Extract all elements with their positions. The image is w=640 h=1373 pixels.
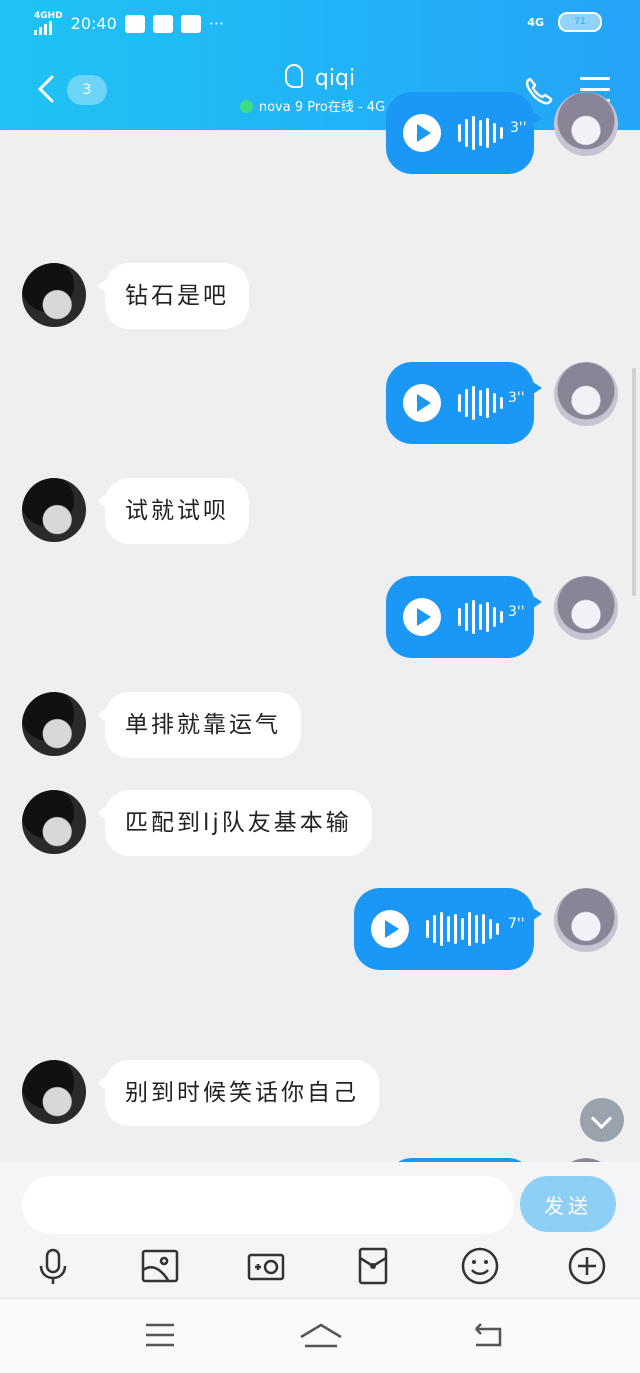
system-nav-bar	[0, 1298, 640, 1373]
contact-avatar[interactable]	[22, 692, 86, 756]
voice-message[interactable]: 3''	[386, 576, 542, 658]
text-message[interactable]: 钻石是吧	[97, 263, 249, 329]
back-icon[interactable]	[468, 1319, 508, 1351]
contact-avatar[interactable]	[22, 1060, 86, 1124]
voice-message[interactable]: 3''	[386, 92, 542, 174]
contact-avatar[interactable]	[22, 263, 86, 327]
my-avatar[interactable]	[554, 362, 618, 426]
emoji-icon[interactable]	[458, 1244, 502, 1288]
text-message[interactable]: 别到时候笑话你自己	[97, 1060, 379, 1126]
image-icon[interactable]	[138, 1244, 182, 1288]
play-icon[interactable]	[371, 910, 409, 948]
play-icon[interactable]	[403, 598, 441, 636]
composer-bar: 发送	[0, 1162, 640, 1298]
play-icon[interactable]	[403, 114, 441, 152]
menu-icon[interactable]	[140, 1319, 180, 1351]
waveform-icon	[426, 910, 499, 948]
nav-bar: 3 qiqi nova 9 Pro在线 - 4G >	[0, 56, 640, 126]
scroll-down-icon[interactable]	[580, 1098, 624, 1142]
voice-message[interactable]: 7''	[354, 888, 542, 970]
clock: 20:40	[70, 14, 117, 33]
mic-icon[interactable]	[31, 1244, 75, 1288]
signal-icon: 4GHD	[34, 12, 63, 35]
online-dot	[239, 100, 253, 113]
status-bar: 4GHD 20:40 ··· 4G 71	[0, 0, 640, 48]
voice-duration: 7''	[508, 916, 525, 932]
more-notifications: ···	[208, 14, 225, 33]
plus-icon[interactable]	[565, 1244, 609, 1288]
contact-avatar[interactable]	[22, 478, 86, 542]
voice-duration: 3''	[508, 604, 525, 620]
message-input[interactable]	[22, 1176, 514, 1234]
camera-icon[interactable]	[244, 1244, 288, 1288]
my-avatar[interactable]	[554, 888, 618, 952]
voice-duration: 3''	[510, 120, 527, 136]
chat-header: 4GHD 20:40 ··· 4G 71 3 qiqi nova 9 Pro在线…	[0, 0, 640, 130]
text-message[interactable]: 试就试呗	[97, 478, 249, 544]
notification-icon	[152, 14, 173, 33]
battery-icon: 71	[558, 12, 602, 32]
text-message[interactable]: 单排就靠运气	[97, 692, 301, 758]
my-avatar[interactable]	[554, 92, 618, 156]
voice-duration: 3''	[508, 390, 525, 406]
text-message[interactable]: 匹配到lj队友基本输	[97, 790, 372, 856]
my-avatar[interactable]	[554, 576, 618, 640]
contact-name: qiqi	[314, 66, 356, 91]
ear-icon	[284, 64, 303, 88]
send-button[interactable]: 发送	[520, 1176, 616, 1232]
notification-icon	[124, 14, 145, 33]
contact-avatar[interactable]	[22, 790, 86, 854]
network-type: 4GHD	[34, 11, 63, 21]
device-status: nova 9 Pro在线 - 4G >	[258, 100, 401, 115]
waveform-icon	[458, 114, 503, 152]
scrollbar[interactable]	[632, 368, 636, 596]
network-type-right: 4G	[527, 15, 544, 29]
waveform-icon	[458, 384, 503, 422]
notification-icon	[180, 14, 201, 33]
home-icon[interactable]	[298, 1319, 344, 1351]
play-icon[interactable]	[403, 384, 441, 422]
voice-message[interactable]: 3''	[386, 362, 542, 444]
red-packet-icon[interactable]	[351, 1244, 395, 1288]
waveform-icon	[458, 598, 503, 636]
